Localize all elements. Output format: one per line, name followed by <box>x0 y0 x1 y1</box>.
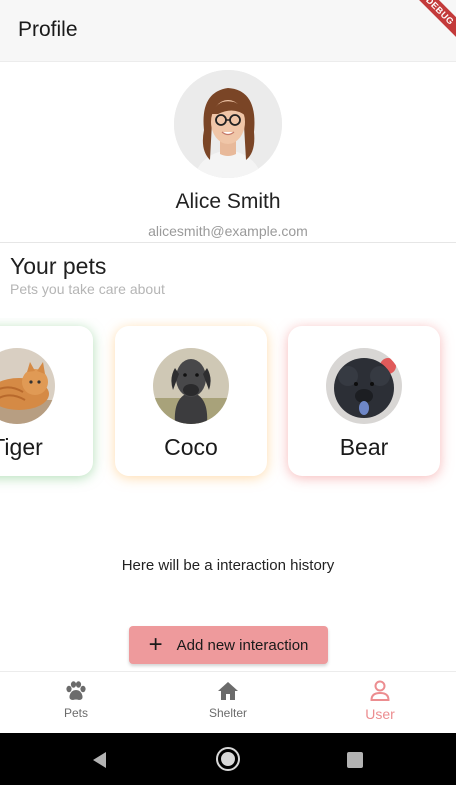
divider <box>0 242 456 243</box>
paw-icon <box>66 681 86 700</box>
plus-icon: + <box>148 631 163 658</box>
pets-section-title: Your pets <box>10 253 107 279</box>
bottom-navigation: Pets Shelter User <box>0 671 456 733</box>
recents-icon[interactable] <box>346 751 364 769</box>
pet-card-coco[interactable]: Coco <box>115 326 267 476</box>
pet-card-tiger[interactable]: Tiger <box>0 326 93 476</box>
dog-photo <box>153 348 229 424</box>
nav-label: User <box>365 706 395 722</box>
nav-item-pets[interactable]: Pets <box>26 680 126 720</box>
pet-name: Tiger <box>0 434 43 460</box>
nav-item-shelter[interactable]: Shelter <box>178 680 278 720</box>
pet-card-bear[interactable]: Bear <box>288 326 440 476</box>
nav-item-user[interactable]: User <box>330 680 430 722</box>
profile-email: alicesmith@example.com <box>148 223 308 239</box>
avatar <box>174 70 282 178</box>
nav-label: Pets <box>63 706 88 720</box>
page-title: Profile <box>18 18 78 41</box>
system-navigation-bar <box>0 733 456 785</box>
pet-name: Coco <box>164 434 218 460</box>
nav-label: Shelter <box>208 706 248 720</box>
back-icon[interactable] <box>90 750 110 770</box>
profile-name: Alice Smith <box>175 190 281 213</box>
add-interaction-button[interactable]: + Add new interaction <box>129 626 328 664</box>
cat-photo <box>0 348 55 424</box>
dog-photo <box>326 348 402 424</box>
interaction-history-placeholder: Here will be a interaction history <box>121 557 335 574</box>
pet-name: Bear <box>339 434 389 460</box>
add-interaction-label: Add new interaction <box>176 636 309 654</box>
home-circle-icon[interactable] <box>215 746 241 772</box>
pets-section-subtitle: Pets you take care about <box>10 281 165 297</box>
home-icon <box>218 682 238 700</box>
pets-carousel[interactable]: Tiger Coco <box>0 318 456 498</box>
app-bar: Profile <box>0 0 456 62</box>
user-icon <box>370 680 390 701</box>
